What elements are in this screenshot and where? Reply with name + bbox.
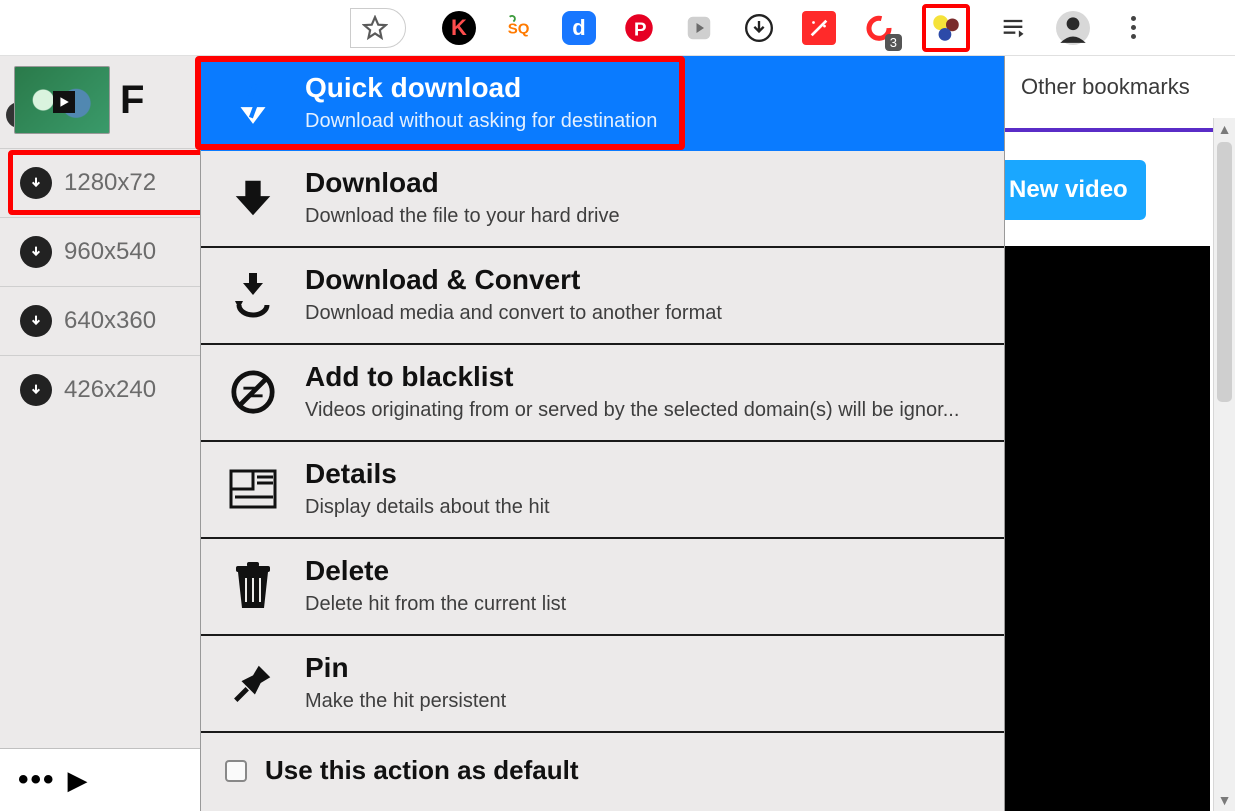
- pinterest-icon[interactable]: P: [622, 11, 656, 45]
- details-icon: [225, 461, 281, 517]
- svg-text:P: P: [634, 18, 647, 39]
- menu-item-delete[interactable]: Delete Delete hit from the current list: [201, 539, 1004, 636]
- wand-extension-icon[interactable]: [802, 11, 836, 45]
- queue-icon[interactable]: [996, 11, 1030, 45]
- default-action-checkbox[interactable]: [225, 760, 247, 782]
- menu-desc: Videos originating from or served by the…: [305, 399, 980, 422]
- resolution-item-1280[interactable]: 1280x72: [0, 148, 209, 217]
- menu-desc: Download without asking for destination: [305, 110, 980, 133]
- menu-title: Delete: [305, 555, 980, 587]
- new-video-button[interactable]: New video: [999, 160, 1146, 220]
- video-player-area[interactable]: [999, 246, 1210, 811]
- menu-desc: Download media and convert to another fo…: [305, 302, 980, 325]
- play-store-icon[interactable]: [682, 11, 716, 45]
- menu-title: Download: [305, 167, 980, 199]
- menu-desc: Download the file to your hard drive: [305, 205, 980, 228]
- menu-item-download-convert[interactable]: Download & Convert Download media and co…: [201, 248, 1004, 345]
- scrollbar-up-icon[interactable]: ▲: [1214, 118, 1235, 140]
- panel-footer: ••• ▶: [0, 748, 209, 811]
- resolution-item-960[interactable]: 960x540: [0, 217, 209, 286]
- resolution-panel: F 1280x72 960x540 640x360 426x240 ••• ▶: [0, 56, 210, 811]
- download-convert-icon: [225, 267, 281, 323]
- video-thumbnail[interactable]: [14, 66, 110, 134]
- scrollbar-down-icon[interactable]: ▼: [1214, 789, 1235, 811]
- scrollbar-thumb[interactable]: [1217, 142, 1232, 402]
- resolution-list: 1280x72 960x540 640x360 426x240: [0, 148, 209, 424]
- menu-desc: Make the hit persistent: [305, 690, 980, 713]
- sq-extension-icon[interactable]: SQ: [502, 11, 536, 45]
- default-action-row[interactable]: Use this action as default: [201, 733, 1004, 808]
- star-icon[interactable]: [358, 11, 392, 45]
- trash-icon: [225, 558, 281, 614]
- action-context-menu: Quick download Download without asking f…: [200, 56, 1005, 811]
- resolution-item-426[interactable]: 426x240: [0, 355, 209, 424]
- active-tab-underline: [1001, 128, 1217, 132]
- menu-title: Download & Convert: [305, 264, 980, 296]
- menu-item-pin[interactable]: Pin Make the hit persistent: [201, 636, 1004, 733]
- svg-text:SQ: SQ: [508, 20, 530, 37]
- d-extension-icon[interactable]: d: [562, 11, 596, 45]
- video-header-row: F: [0, 56, 209, 138]
- menu-item-quick-download[interactable]: Quick download Download without asking f…: [201, 56, 1004, 151]
- menu-item-details[interactable]: Details Display details about the hit: [201, 442, 1004, 539]
- download-arrow-icon: [225, 170, 281, 226]
- menu-item-download[interactable]: Download Download the file to your hard …: [201, 151, 1004, 248]
- c-badge-icon[interactable]: 3: [862, 11, 896, 45]
- resolution-label: 1280x72: [64, 169, 156, 197]
- download-icon: [20, 167, 52, 199]
- resolution-label: 426x240: [64, 376, 156, 404]
- avatar-icon[interactable]: [1056, 11, 1090, 45]
- extension-badge-count: 3: [885, 34, 902, 51]
- more-icon[interactable]: •••: [18, 763, 56, 797]
- circle-download-icon[interactable]: [742, 11, 776, 45]
- page-content-right: New video ▲ ▼: [1005, 118, 1235, 811]
- resolution-label: 640x360: [64, 307, 156, 335]
- play-next-icon[interactable]: ▶: [68, 765, 88, 796]
- download-icon: [20, 236, 52, 268]
- menu-title: Details: [305, 458, 980, 490]
- resolution-item-640[interactable]: 640x360: [0, 286, 209, 355]
- video-title-letter: F: [120, 78, 144, 123]
- download-icon: [20, 374, 52, 406]
- menu-title: Quick download: [305, 72, 980, 104]
- address-star-container: [350, 8, 406, 48]
- vdh-balls-icon[interactable]: [928, 10, 964, 46]
- pin-icon: [225, 655, 281, 711]
- browser-toolbar: K SQ d P 3: [0, 0, 1235, 56]
- resolution-label: 960x540: [64, 238, 156, 266]
- menu-item-blacklist[interactable]: Add to blacklist Videos originating from…: [201, 345, 1004, 442]
- vertical-scrollbar[interactable]: ▲ ▼: [1213, 118, 1235, 811]
- menu-desc: Display details about the hit: [305, 496, 980, 519]
- lightning-download-icon: [225, 75, 281, 131]
- menu-desc: Delete hit from the current list: [305, 593, 980, 616]
- k-extension-icon[interactable]: K: [442, 11, 476, 45]
- blacklist-icon: [225, 364, 281, 420]
- menu-title: Add to blacklist: [305, 361, 980, 393]
- overflow-menu-icon[interactable]: [1116, 11, 1150, 45]
- other-bookmarks-label[interactable]: Other bookmarks: [1021, 74, 1190, 100]
- download-icon: [20, 305, 52, 337]
- default-action-label: Use this action as default: [265, 755, 579, 786]
- vdh-highlight-box: [922, 4, 970, 52]
- menu-title: Pin: [305, 652, 980, 684]
- bookmarks-bar: Other bookmarks: [1005, 56, 1235, 118]
- play-icon: [53, 91, 75, 113]
